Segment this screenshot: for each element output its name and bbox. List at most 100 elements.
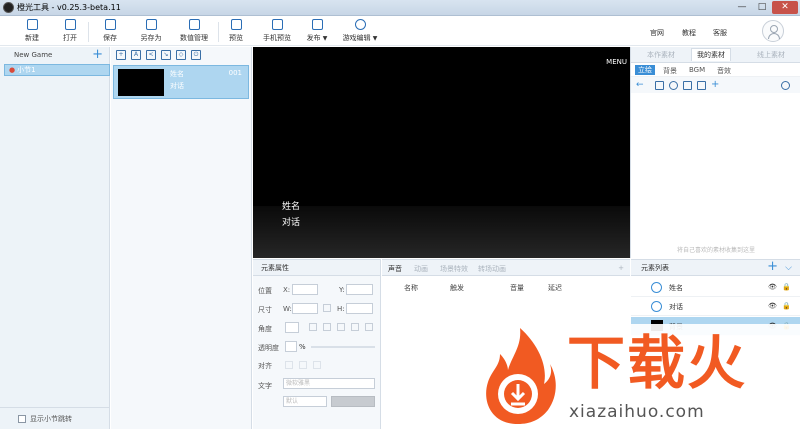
open-button[interactable]: 打开 [58,19,82,45]
add-chapter-button[interactable]: + [92,47,103,62]
h-label: H: [337,305,345,313]
chapter-jump-toggle[interactable]: 显示小节跳转 [0,407,110,429]
minimize-button[interactable]: — [732,1,752,14]
sort-icon[interactable] [683,81,692,90]
visibility-icon[interactable]: 👁 [768,302,777,310]
alert-icon: ● [9,66,16,74]
save-as-button[interactable]: 另存为 [136,19,166,45]
play-icon [230,19,242,30]
element-row-dialogue[interactable]: 对话 👁 🔒 [631,297,800,316]
jump-icon[interactable]: ↘ [161,50,171,60]
reset-icon[interactable] [365,323,373,331]
angle-input[interactable] [285,322,299,333]
flip-vertical-icon[interactable] [323,323,331,331]
toolbar-divider [218,22,219,42]
tab-online-materials[interactable]: 线上素材 [757,50,785,60]
power-icon[interactable]: ⏻ [191,50,201,60]
lock-icon[interactable]: 🔒 [782,302,791,310]
align-label: 对齐 [258,362,272,370]
align-center-icon[interactable] [299,361,307,369]
game-title: New Game [14,51,53,59]
material-empty-hint: 将自己喜欢的素材收集到这里 [676,247,755,254]
official-site-link[interactable]: 官网 [650,28,664,38]
add-element-button[interactable]: + [767,259,778,275]
opacity-slider[interactable] [311,346,375,348]
close-button[interactable]: ✕ [772,1,798,14]
folder-open-icon [64,19,76,30]
width-input[interactable] [292,303,318,314]
tab-animation[interactable]: 动画 [414,264,428,274]
align-right-icon[interactable] [313,361,321,369]
category-bgm[interactable]: BGM [689,66,705,74]
height-input[interactable] [346,303,373,314]
maximize-button[interactable]: □ [752,1,772,14]
checkbox[interactable] [18,415,26,423]
add-icon[interactable]: + [711,80,720,90]
column-volume: 音量 [510,284,524,292]
watermark-brand: 下载火 [567,329,748,397]
category-sfx[interactable]: 音效 [717,66,731,76]
text-icon[interactable]: A [131,50,141,60]
back-arrow-icon[interactable]: ← [636,81,645,90]
tutorial-link[interactable]: 教程 [682,28,696,38]
add-sound-button[interactable]: + [618,264,624,272]
tab-sound[interactable]: 声音 [388,264,402,274]
save-button[interactable]: 保存 [98,19,122,45]
tab-transitions[interactable]: 转场动画 [478,264,506,274]
visibility-icon[interactable]: 👁 [768,283,777,291]
mobile-preview-button[interactable]: 手机预览 [260,19,294,45]
search-icon[interactable] [781,81,790,90]
size-label: 尺寸 [258,306,272,314]
branch-icon[interactable]: < [146,50,156,60]
column-name: 名称 [404,284,418,292]
x-input[interactable] [292,284,318,295]
publish-button[interactable]: 发布 ▼ [304,19,330,45]
stage-menu-button[interactable]: MENU [606,58,627,66]
opacity-input[interactable] [285,341,297,352]
scene-dialogue: 对话 [170,82,184,90]
new-button[interactable]: 新建 [20,19,44,45]
folder-icon[interactable] [697,81,706,90]
tab-project-materials[interactable]: 本作素材 [647,50,675,60]
y-input[interactable] [346,284,373,295]
toolbar-divider [88,22,89,42]
tab-scene-effects[interactable]: 场景特效 [440,264,468,274]
rotate-right-icon[interactable] [351,323,359,331]
font-family-select[interactable]: 微软雅黑 [283,378,375,389]
collapse-icon[interactable]: ⌵ [785,260,792,276]
dialog-text[interactable]: 对话 [282,215,300,228]
preview-button[interactable]: 预览 [226,19,246,45]
stage-preview[interactable]: MENU 姓名 对话 [253,47,630,258]
column-delay: 延迟 [548,284,562,292]
flip-horizontal-icon[interactable] [309,323,317,331]
gear-icon [354,19,366,30]
scene-panel: + A < ↘ ◇ ⏻ 姓名 对话 001 [111,47,252,429]
main-toolbar: 新建 打开 保存 另存为 数值管理 预览 手机预览 发布 ▼ 游戏编辑 ▼ 官网… [0,16,800,46]
font-size-select[interactable]: 默认 [283,396,327,407]
condition-icon[interactable]: ◇ [176,50,186,60]
insert-scene-icon[interactable]: + [116,50,126,60]
material-toolbar: ← + [631,77,800,93]
rotate-left-icon[interactable] [337,323,345,331]
user-avatar[interactable] [762,20,784,42]
lock-icon[interactable]: 🔒 [782,283,791,291]
data-manage-button[interactable]: 数值管理 [178,19,210,45]
trash-icon[interactable] [655,81,664,90]
position-label: 位置 [258,287,272,295]
customer-service-link[interactable]: 客服 [713,28,727,38]
font-color-picker[interactable] [331,396,375,407]
tab-my-materials[interactable]: 我的素材 [691,48,731,61]
scene-card[interactable]: 姓名 对话 001 [113,65,249,99]
text-label: 文字 [258,382,272,390]
dialog-speaker[interactable]: 姓名 [282,199,300,212]
category-portrait[interactable]: 立绘 [635,65,655,75]
align-left-icon[interactable] [285,361,293,369]
element-row-name[interactable]: 姓名 👁 🔒 [631,278,800,297]
sliders-icon [188,19,200,30]
lock-ratio-icon[interactable] [323,304,331,312]
save-as-icon [145,19,157,30]
refresh-icon[interactable] [669,81,678,90]
chapter-item[interactable]: ● 小节1 [4,64,110,76]
category-background[interactable]: 背景 [663,66,677,76]
game-edit-button[interactable]: 游戏编辑 ▼ [340,19,380,45]
